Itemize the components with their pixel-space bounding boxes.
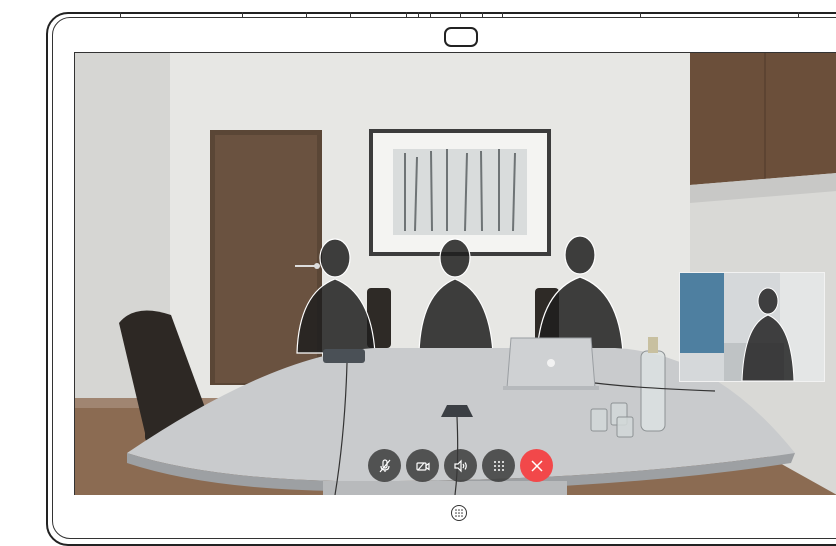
camera-lens-icon [444, 27, 478, 47]
call-controls-bar [368, 449, 553, 483]
video-camera-icon [415, 461, 430, 471]
microphone-muted-icon [379, 458, 390, 472]
device-top-edge [110, 12, 836, 18]
speaker-volume-icon [453, 459, 467, 472]
video-call-screen [74, 52, 836, 495]
mute-button[interactable] [368, 449, 401, 482]
close-x-icon [530, 459, 543, 472]
keypad-grid-icon [493, 460, 504, 471]
volume-button[interactable] [444, 449, 477, 482]
home-grid-icon [455, 509, 463, 517]
camera-button[interactable] [406, 449, 439, 482]
end-call-button[interactable] [520, 449, 553, 482]
home-button[interactable] [451, 505, 467, 521]
self-view-video[interactable] [679, 272, 825, 382]
self-view-feed [680, 273, 824, 381]
keypad-button[interactable] [482, 449, 515, 482]
